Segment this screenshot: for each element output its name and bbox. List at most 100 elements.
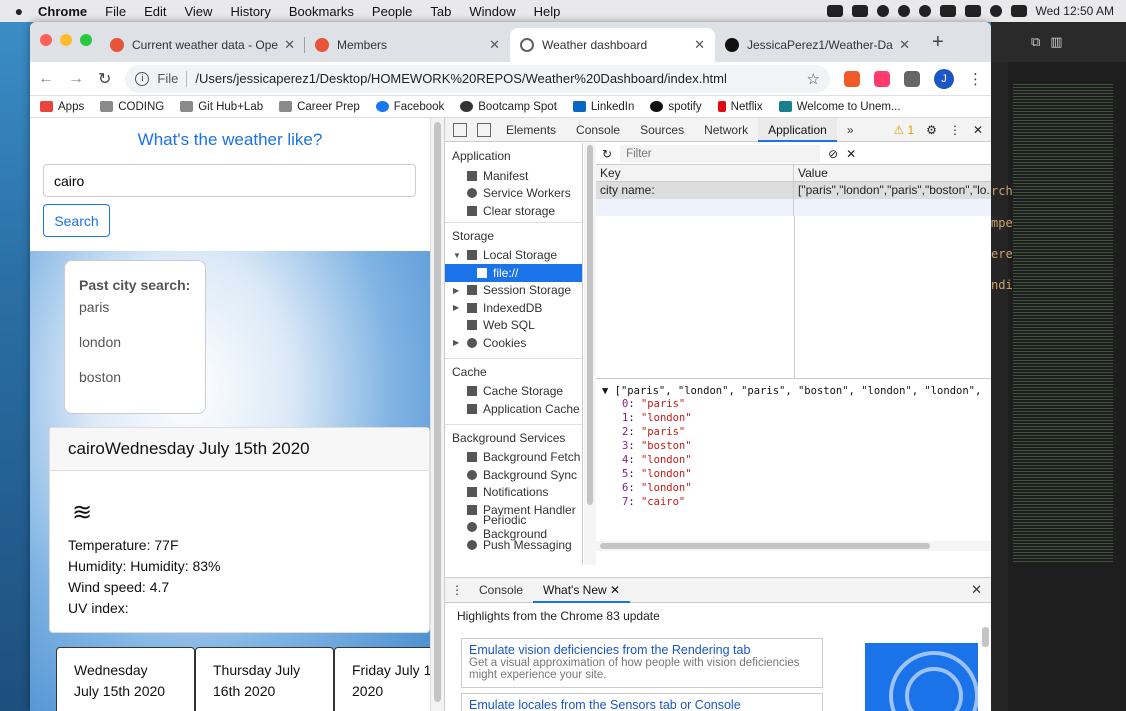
sidebar-item-application-cache[interactable]: Application Cache [445, 400, 582, 418]
preview-array-line[interactable]: ▼ ["paris", "london", "paris", "boston",… [602, 385, 986, 397]
scrollbar-thumb[interactable] [434, 122, 441, 702]
bookmark-career-prep[interactable]: Career Prep [279, 101, 360, 113]
devtools-menu-icon[interactable]: ⋮ [949, 123, 961, 137]
reload-icon[interactable]: ↻ [98, 69, 111, 89]
volume-icon[interactable] [939, 5, 956, 17]
sidebar-item-file-origin[interactable]: file:// [445, 264, 582, 282]
scrollbar-thumb[interactable] [587, 145, 593, 505]
extension-fire-icon[interactable] [844, 70, 860, 87]
past-city-item[interactable]: london [79, 334, 191, 350]
sidebar-item-cookies[interactable]: ▶ Cookies [445, 334, 582, 352]
news-title-link[interactable]: Emulate locales from the Sensors tab or … [469, 698, 815, 711]
past-city-item[interactable]: paris [79, 299, 191, 315]
city-search-input[interactable] [43, 164, 416, 197]
minimize-window-button[interactable] [60, 34, 72, 46]
drawer-menu-icon[interactable]: ⋮ [445, 578, 469, 603]
expanded-arrow-icon[interactable]: ▼ [453, 251, 461, 260]
sidebar-scrollbar[interactable] [584, 143, 596, 565]
menu-help[interactable]: Help [525, 4, 570, 19]
new-tab-button[interactable]: + [920, 31, 956, 62]
sidebar-item-push-messaging[interactable]: Push Messaging [445, 536, 582, 554]
collapsed-arrow-icon[interactable]: ▶ [453, 286, 461, 295]
clear-all-icon[interactable]: ⊘ [828, 147, 838, 161]
sidebar-item-notifications[interactable]: Notifications [445, 484, 582, 502]
camera-icon[interactable] [851, 5, 868, 17]
sidebar-item-indexeddb[interactable]: ▶ IndexedDB [445, 299, 582, 317]
row-key[interactable]: city name: [596, 182, 794, 199]
tab-network[interactable]: Network [694, 118, 758, 142]
sidebar-item-background-fetch[interactable]: Background Fetch [445, 449, 582, 467]
back-arrow-icon[interactable]: ← [38, 70, 54, 88]
value-column-header[interactable]: Value [794, 165, 991, 181]
row-key[interactable] [596, 199, 794, 216]
table-row-empty[interactable] [596, 199, 991, 216]
news-item[interactable]: Emulate vision deficiencies from the Ren… [461, 638, 823, 688]
delete-selected-icon[interactable]: ✕ [846, 147, 856, 161]
zoom-window-button[interactable] [80, 34, 92, 46]
sidebar-item-periodic-background[interactable]: Periodic Background [445, 513, 582, 541]
row-value[interactable]: ["paris","london","paris","boston","lo..… [794, 182, 991, 199]
menu-bookmarks[interactable]: Bookmarks [280, 4, 363, 19]
drawer-tab-whats-new[interactable]: What's New ✕ [533, 578, 631, 603]
page-scrollbar[interactable] [430, 118, 444, 711]
news-title-link[interactable]: Emulate vision deficiencies from the Ren… [469, 643, 815, 657]
tab-sources[interactable]: Sources [630, 118, 694, 142]
close-window-button[interactable] [40, 34, 52, 46]
preview-horizontal-scrollbar[interactable] [596, 541, 991, 551]
close-icon[interactable]: ✕ [610, 583, 620, 597]
bluetooth-icon[interactable] [897, 5, 910, 17]
close-icon[interactable]: ✕ [694, 37, 705, 53]
layout-icon[interactable]: ▥ [1050, 34, 1062, 50]
row-value[interactable] [794, 199, 991, 216]
bookmark-coding[interactable]: CODING [100, 101, 164, 113]
device-toolbar-icon[interactable] [477, 122, 491, 137]
scrollbar-thumb[interactable] [600, 543, 930, 549]
drawer-scrollbar-thumb[interactable] [982, 627, 989, 647]
bookmark-netflix[interactable]: Netflix [717, 101, 763, 113]
close-icon[interactable]: ✕ [899, 37, 910, 53]
table-row[interactable]: city name: ["paris","london","paris","bo… [596, 182, 991, 199]
url-text[interactable]: /Users/jessicaperez1/Desktop/HOMEWORK%20… [195, 71, 727, 86]
bookmark-github-lab[interactable]: Git Hub+Lab [180, 101, 263, 113]
forward-arrow-icon[interactable]: → [68, 70, 84, 88]
sidebar-item-clear-storage[interactable]: Clear storage [445, 202, 582, 220]
refresh-icon[interactable]: ↻ [602, 147, 612, 161]
tab-members[interactable]: Members ✕ [305, 28, 510, 62]
extension-arrow-icon[interactable] [874, 70, 890, 87]
close-drawer-icon[interactable]: ✕ [971, 582, 991, 598]
sidebar-item-session-storage[interactable]: ▶ Session Storage [445, 282, 582, 300]
drawer-tab-console[interactable]: Console [469, 578, 533, 603]
zoom-icon[interactable] [826, 5, 843, 17]
sidebar-item-background-sync[interactable]: Background Sync [445, 466, 582, 484]
collapsed-arrow-icon[interactable]: ▶ [453, 303, 461, 312]
sidebar-item-manifest[interactable]: Manifest [445, 167, 582, 185]
menu-app-name[interactable]: Chrome [38, 4, 96, 19]
info-icon[interactable]: i [135, 71, 150, 86]
bookmark-bootcamp-spot[interactable]: Bootcamp Spot [460, 101, 557, 113]
bookmark-linkedin[interactable]: LinkedIn [572, 101, 634, 113]
menu-tab[interactable]: Tab [421, 4, 460, 19]
warning-icon[interactable]: ⚠ 1 [893, 123, 914, 137]
search-icon[interactable] [989, 5, 1002, 17]
sidebar-item-cache-storage[interactable]: Cache Storage [445, 383, 582, 401]
tab-application[interactable]: Application [758, 117, 837, 142]
menu-window[interactable]: Window [460, 4, 524, 19]
menu-clock[interactable]: Wed 12:50 AM [1036, 4, 1115, 18]
browser-menu-icon[interactable]: ⋮ [968, 70, 983, 88]
past-city-item[interactable]: boston [79, 369, 191, 385]
tab-elements[interactable]: Elements [496, 118, 566, 142]
split-editor-icon[interactable]: ⧉ [1031, 34, 1040, 50]
collapsed-arrow-icon[interactable]: ▶ [453, 338, 461, 347]
tab-openweather[interactable]: Current weather data - OpenW ✕ [100, 28, 305, 62]
tab-console[interactable]: Console [566, 118, 630, 142]
sidebar-item-service-workers[interactable]: Service Workers [445, 185, 582, 203]
menu-edit[interactable]: Edit [135, 4, 175, 19]
circle-icon[interactable] [876, 5, 889, 17]
control-center-icon[interactable] [1010, 5, 1027, 17]
close-devtools-icon[interactable]: ✕ [973, 123, 983, 137]
editor-minimap[interactable] [1013, 84, 1113, 564]
close-icon[interactable]: ✕ [489, 37, 500, 53]
menu-people[interactable]: People [363, 4, 421, 19]
tab-github[interactable]: JessicaPerez1/Weather-Dashb ✕ [715, 28, 920, 62]
bookmark-apps[interactable]: Apps [40, 101, 84, 113]
